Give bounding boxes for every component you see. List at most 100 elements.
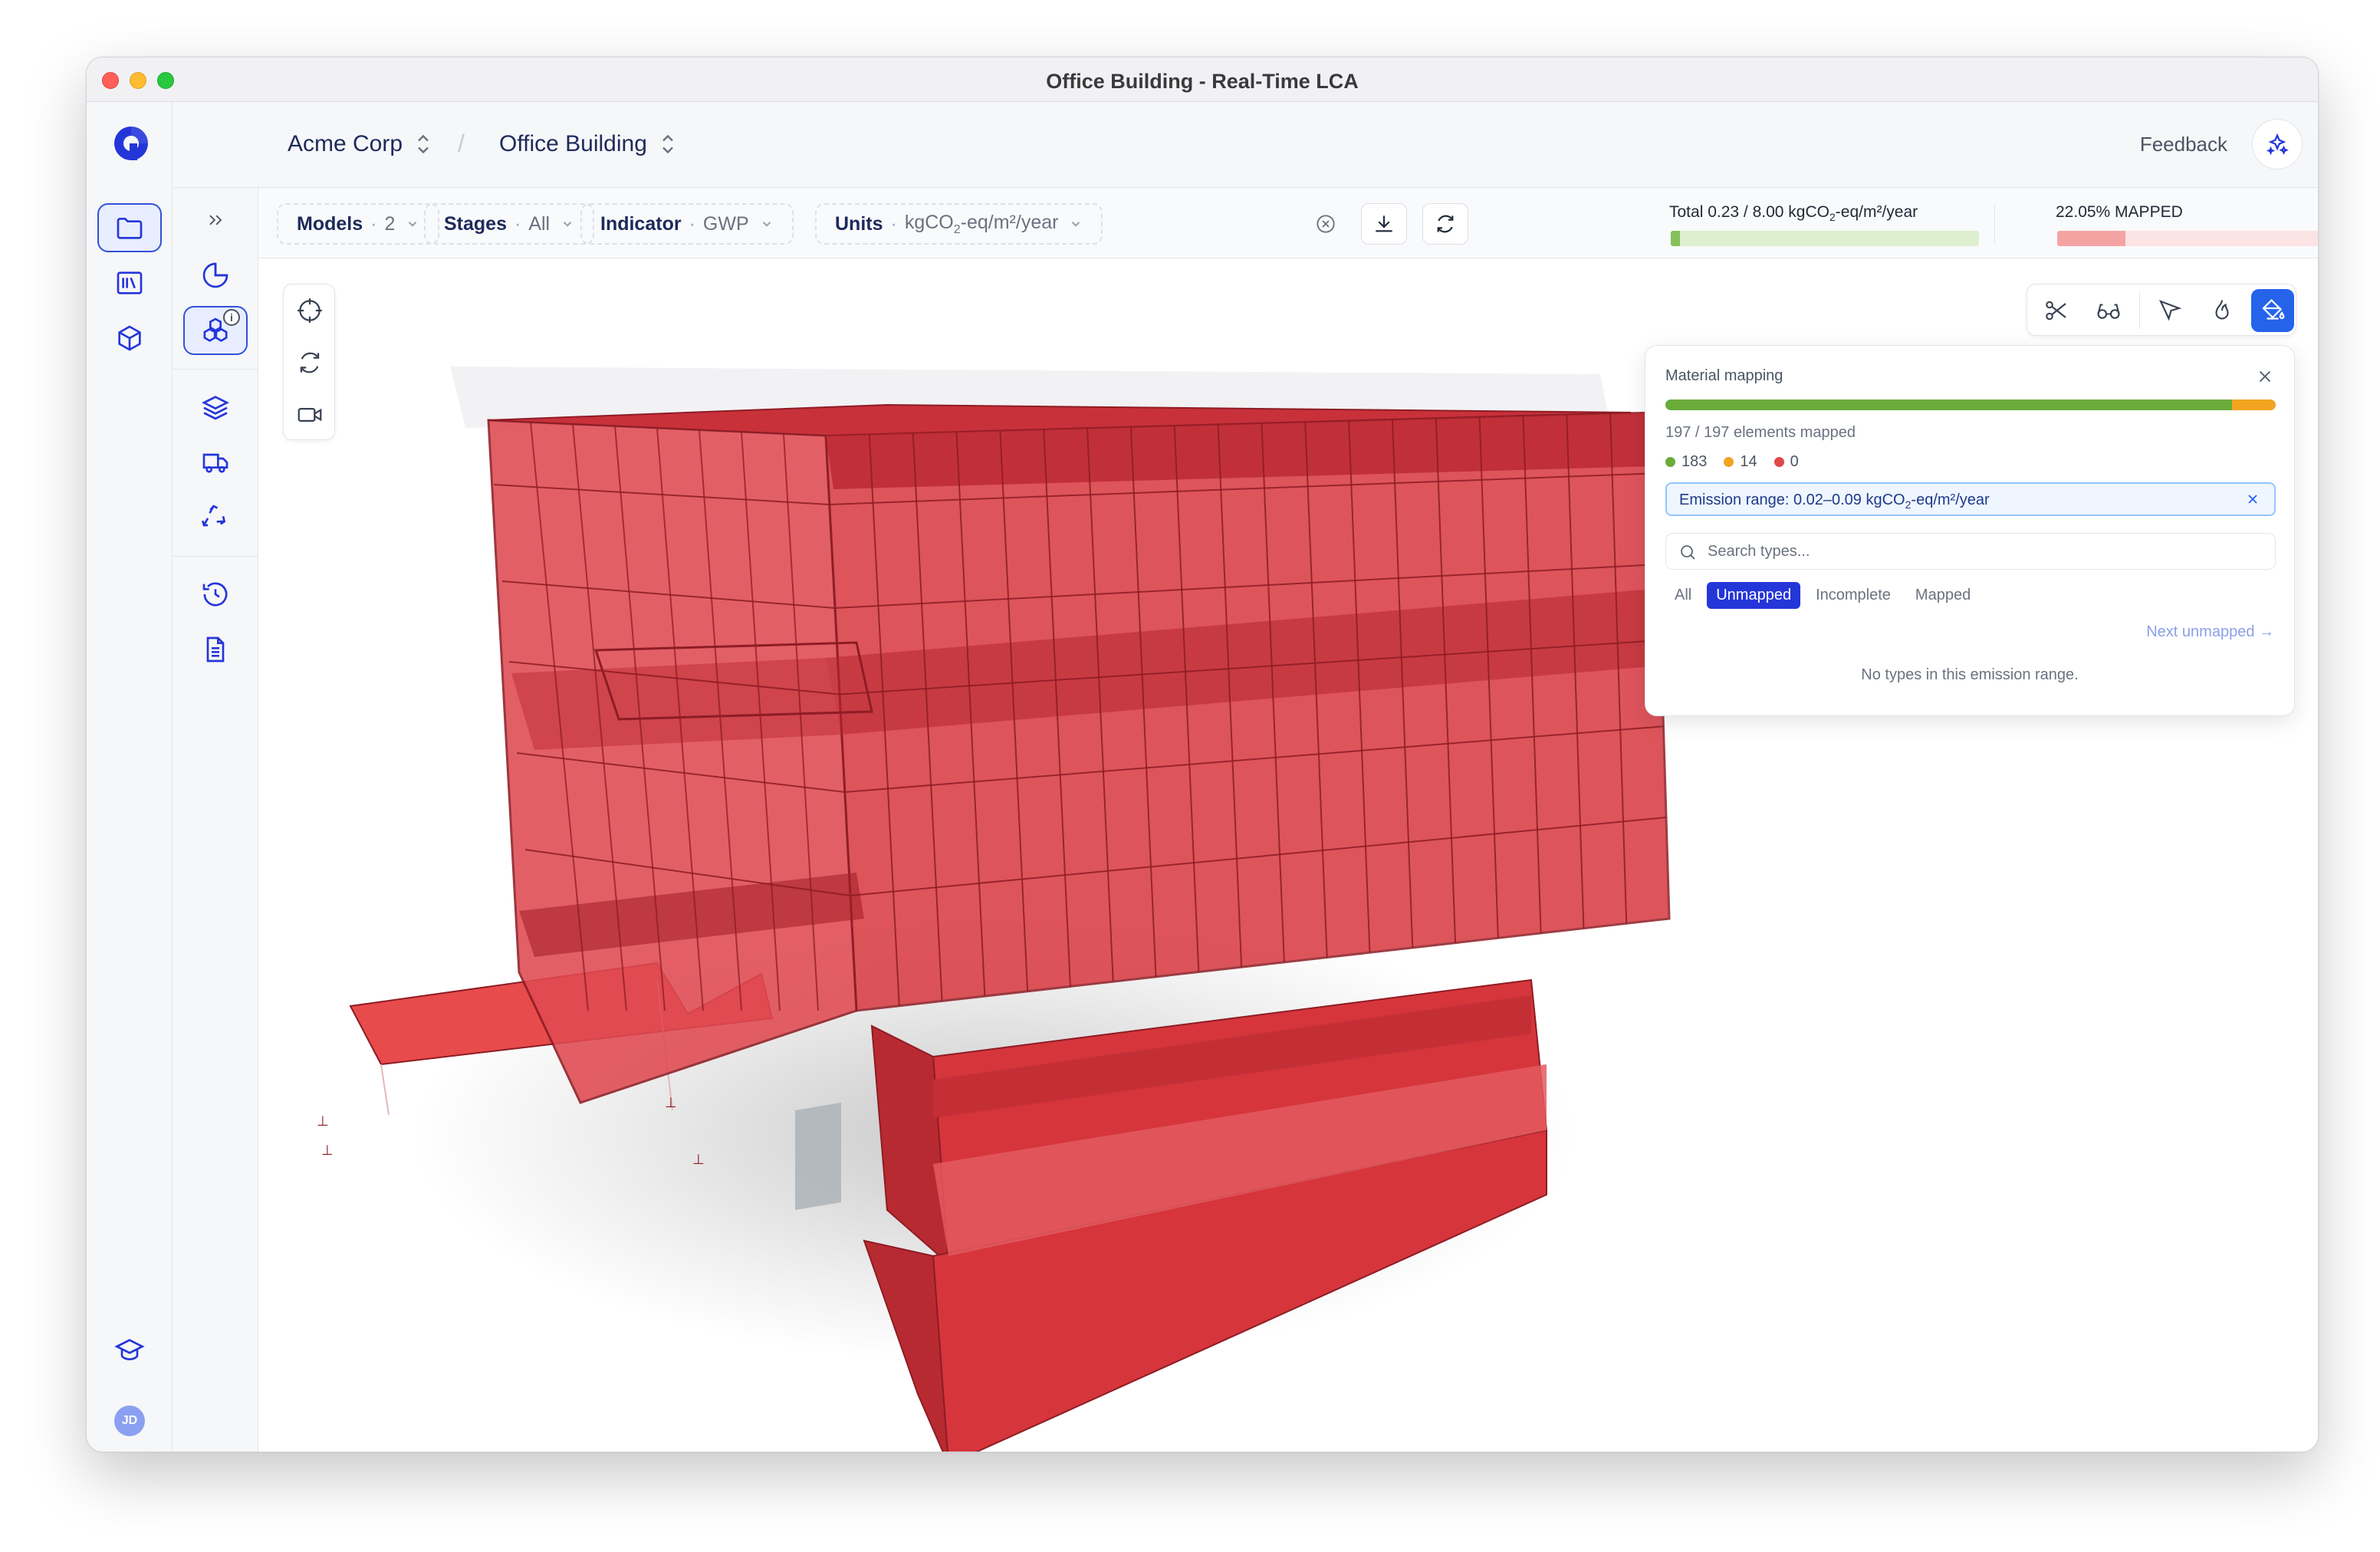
scissors-icon [2046,301,2066,321]
layers-icon [202,396,229,420]
filter-key: Indicator [600,212,682,235]
org-name: Acme Corp [288,131,403,156]
filter-incomplete-tab[interactable]: Incomplete [1806,582,1900,609]
flame-icon [2215,300,2229,320]
search-input[interactable] [1708,540,2260,563]
expand-sidebar-button[interactable] [183,196,248,245]
library-icon [117,271,143,294]
pie-chart-icon [202,262,228,288]
search-icon [1681,545,1695,560]
orbit-button[interactable] [291,344,328,381]
glasses-icon [2097,304,2120,319]
total-emissions-fill [1671,231,1680,246]
refresh-icon [1437,215,1454,233]
ai-assistant-button[interactable] [2252,119,2303,169]
indicator-filter[interactable]: Indicator · GWP [580,203,794,245]
camera-icon [298,407,322,423]
side-circularity-button[interactable] [183,493,248,542]
mapping-progress-bar [1665,400,2276,410]
rail-models-button[interactable] [97,314,162,363]
download-button[interactable] [1361,203,1407,245]
status-dot-icon [1724,457,1734,467]
navigation-toolbar [283,284,335,440]
side-dashboard-button[interactable] [183,251,248,300]
total-emissions-bar [1671,231,1979,246]
focus-button[interactable] [291,292,328,329]
total-emissions-label: Total 0.23 / 8.00 kgCO2-eq/m²/year [1669,203,1918,224]
recycle-icon [202,505,226,527]
mapping-legend: 183 14 0 [1665,453,1799,471]
refresh-button[interactable] [1422,203,1468,245]
column-marker: ⊥ [665,1095,677,1110]
project-switcher[interactable]: Office Building [499,131,678,157]
filter-key: Stages [444,212,507,235]
side-layers-button[interactable] [183,383,248,432]
filter-value: kgCO2-eq/m²/year [904,211,1059,236]
side-history-button[interactable] [183,570,248,619]
entrance-door [795,1103,841,1210]
view-toolbar [2027,284,2296,336]
sidebar-divider [173,556,258,557]
models-filter[interactable]: Models · 2 [277,203,440,245]
camera-button[interactable] [291,396,328,433]
xray-view-button[interactable] [2087,289,2130,332]
window-title: Office Building - Real-Time LCA [1046,70,1359,93]
chevron-down-icon [563,222,572,227]
panel-title: Material mapping [1665,367,1783,384]
material-mapping-panel: Material mapping 197 / 197 elements mapp… [1645,345,2295,716]
chevron-updown-icon [662,134,673,154]
next-unmapped-link[interactable]: Next unmapped → [2146,623,2274,641]
column-marker: ⊥ [692,1152,705,1167]
clear-range-icon[interactable] [2244,490,2262,508]
filter-key: Models [297,212,363,235]
crosshair-icon [298,298,322,323]
filter-all-tab[interactable]: All [1665,582,1701,609]
document-icon [206,636,225,663]
mapped-complete-segment [1665,400,2233,410]
app-logo-icon[interactable] [111,123,151,163]
info-badge-icon: i [223,309,240,326]
empty-state-message: No types in this emission range. [1861,666,2079,683]
select-tool-button[interactable] [2148,289,2191,332]
user-avatar[interactable]: JD [114,1406,145,1436]
truck-icon [202,453,228,473]
material-mapping-button[interactable] [2251,289,2294,332]
stages-filter[interactable]: Stages · All [424,203,595,245]
org-switcher[interactable]: Acme Corp [288,131,433,157]
column-marker: ⊥ [317,1113,329,1129]
side-settings-button[interactable] [183,1445,248,1452]
download-icon [1376,215,1392,232]
rail-learn-button[interactable] [97,1326,162,1375]
panel-close-button[interactable] [2251,363,2279,390]
title-bar: Office Building - Real-Time LCA [87,58,2318,102]
rotate-icon [300,352,320,373]
emission-range-filter[interactable]: Emission range: 0.02–0.09 kgCO2-eq/m²/ye… [1665,482,2276,516]
side-reports-button[interactable] [183,625,248,674]
rail-library-button[interactable] [97,258,162,307]
type-filter-tabs: All Unmapped Incomplete Mapped [1665,582,1980,609]
sparkles-icon [2266,133,2289,156]
side-transport-button[interactable] [183,438,248,487]
filter-unmapped-tab[interactable]: Unmapped [1707,582,1801,609]
side-mapping-button[interactable]: i [183,306,248,355]
feedback-link[interactable]: Feedback [2140,133,2227,156]
filter-value: 2 [384,212,396,235]
graduation-cap-icon [114,1339,145,1361]
filter-key: Units [835,212,883,235]
heatmap-button[interactable] [2201,289,2244,332]
toolbar-divider [1994,205,1995,245]
units-filter[interactable]: Units · kgCO2-eq/m²/year [815,203,1103,245]
mapped-percent-bar [2057,231,2318,246]
history-icon [202,582,228,607]
clear-filters-button[interactable] [1303,203,1349,245]
section-cut-button[interactable] [2035,289,2078,332]
legend-incomplete: 14 [1724,453,1757,471]
3d-viewport[interactable]: ⊥ ⊥ ⊥ ⊥ Material mapping 197 / 197 eleme… [258,259,2318,1452]
filter-value: All [528,212,551,235]
filter-mapped-tab[interactable]: Mapped [1906,582,1980,609]
upper-volume-side [487,419,858,1104]
rail-projects-button[interactable] [97,203,162,252]
sidebar-divider [173,369,258,370]
paint-bucket-icon [2262,298,2285,320]
filter-toolbar: Models · 2 Stages · All Indicator · GWP Units ·… [258,188,2318,258]
